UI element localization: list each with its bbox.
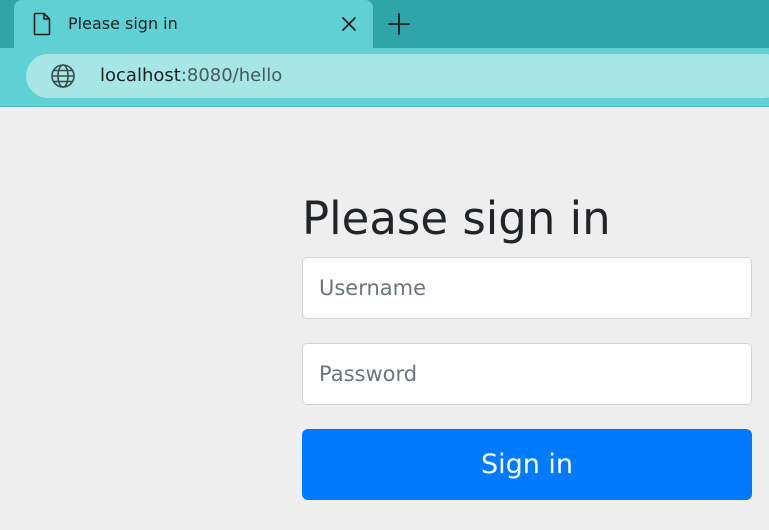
page-content: Please sign in Sign in <box>0 107 769 530</box>
document-icon <box>33 12 51 36</box>
browser-toolbar: localhost:8080/hello <box>0 48 769 107</box>
url-path: :8080/hello <box>180 65 283 86</box>
username-input[interactable] <box>302 257 752 319</box>
tab-title: Please sign in <box>68 14 178 33</box>
password-input[interactable] <box>302 343 752 405</box>
sign-in-button[interactable]: Sign in <box>302 429 752 500</box>
page-title: Please sign in <box>302 192 611 245</box>
tab-strip: Please sign in <box>0 0 769 48</box>
globe-icon[interactable] <box>50 63 76 89</box>
close-icon[interactable] <box>339 14 359 34</box>
browser-tab-active[interactable]: Please sign in <box>14 0 373 48</box>
url-host: localhost <box>100 65 181 86</box>
address-url[interactable]: localhost:8080/hello <box>100 65 282 87</box>
address-bar[interactable]: localhost:8080/hello <box>26 54 769 98</box>
new-tab-plus-icon[interactable] <box>387 12 411 36</box>
